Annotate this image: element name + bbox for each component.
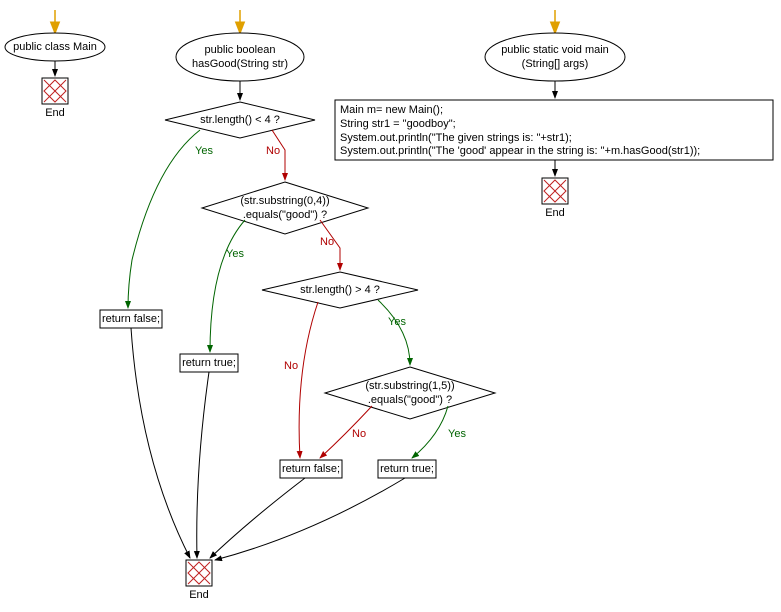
node-return-false-2 (280, 460, 342, 478)
node-return-true-1 (180, 354, 238, 372)
node-return-true-2 (378, 460, 436, 478)
node-cond3 (262, 272, 418, 308)
flowchart-canvas (0, 0, 781, 612)
node-cond2 (202, 182, 368, 234)
node-cond4 (325, 367, 495, 419)
node-method-hasgood (176, 33, 304, 81)
end-icon-2 (186, 560, 212, 586)
node-cond1 (165, 102, 315, 138)
end-icon-3 (542, 178, 568, 204)
end-icon-1 (42, 78, 68, 104)
node-return-false-1 (100, 310, 162, 328)
node-method-main (485, 33, 625, 81)
node-main-body (335, 100, 773, 160)
node-class-decl (5, 33, 105, 61)
